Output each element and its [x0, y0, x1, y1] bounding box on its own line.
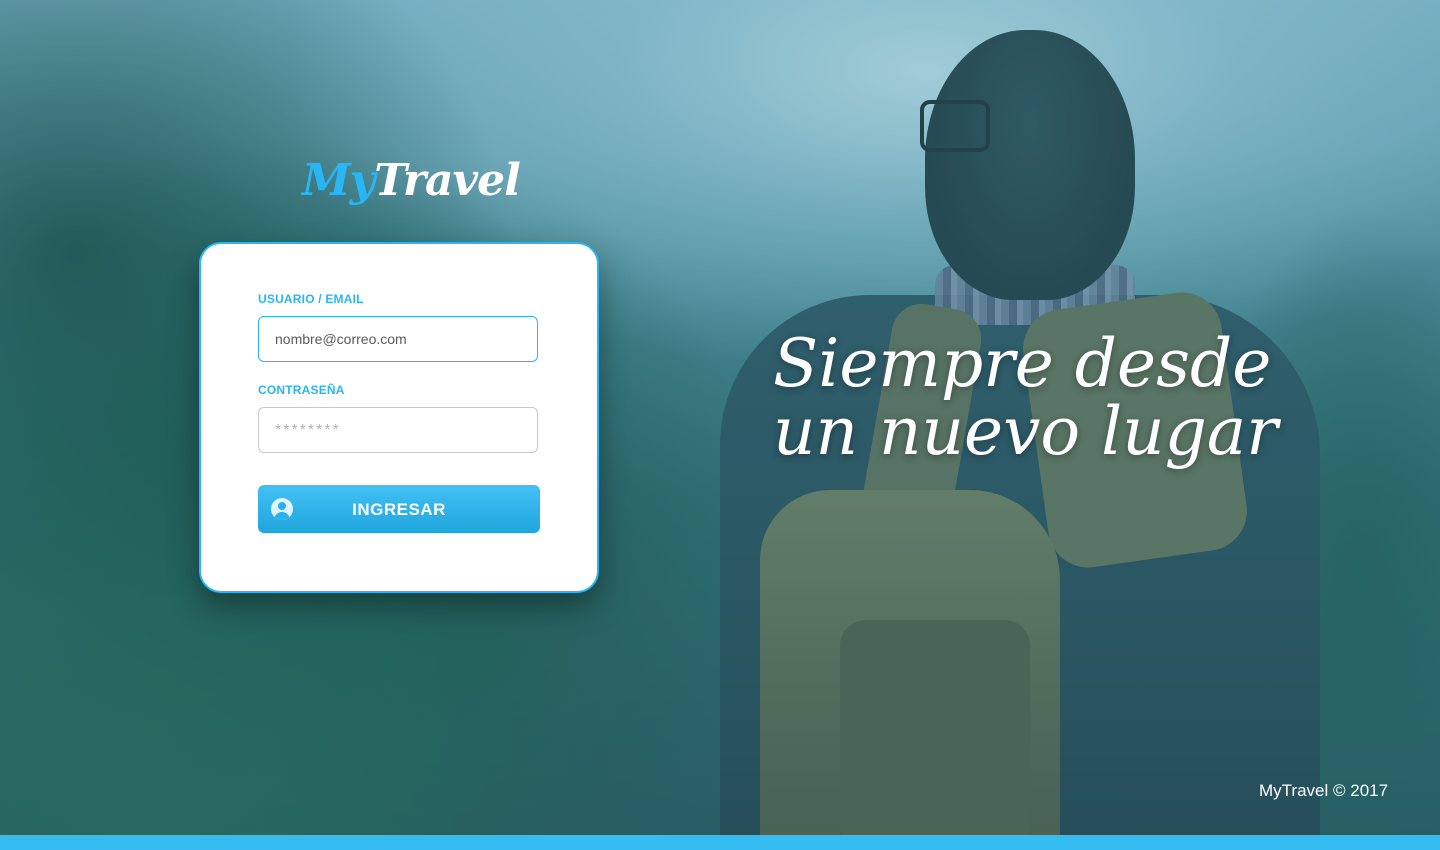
- bottom-accent-bar: [0, 835, 1440, 850]
- hero-headline: Siempre desde un nuevo lugar: [773, 330, 1373, 466]
- hero-headline-line1: Siempre desde: [773, 325, 1272, 402]
- password-input[interactable]: [258, 407, 538, 453]
- brand-logo-my: My: [302, 155, 375, 206]
- user-email-input[interactable]: [258, 316, 538, 362]
- user-email-label: USUARIO / EMAIL: [258, 292, 364, 306]
- brand-logo: MyTravel: [302, 155, 521, 206]
- footer-copyright: MyTravel © 2017: [1259, 781, 1389, 800]
- login-submit-label: INGRESAR: [352, 500, 446, 519]
- login-card: USUARIO / EMAIL CONTRASEÑA INGRESAR: [199, 242, 599, 593]
- login-submit-button[interactable]: INGRESAR: [258, 485, 540, 533]
- password-label: CONTRASEÑA: [258, 383, 345, 397]
- brand-logo-travel: Travel: [374, 155, 521, 206]
- hero-headline-line2: un nuevo lugar: [773, 393, 1278, 470]
